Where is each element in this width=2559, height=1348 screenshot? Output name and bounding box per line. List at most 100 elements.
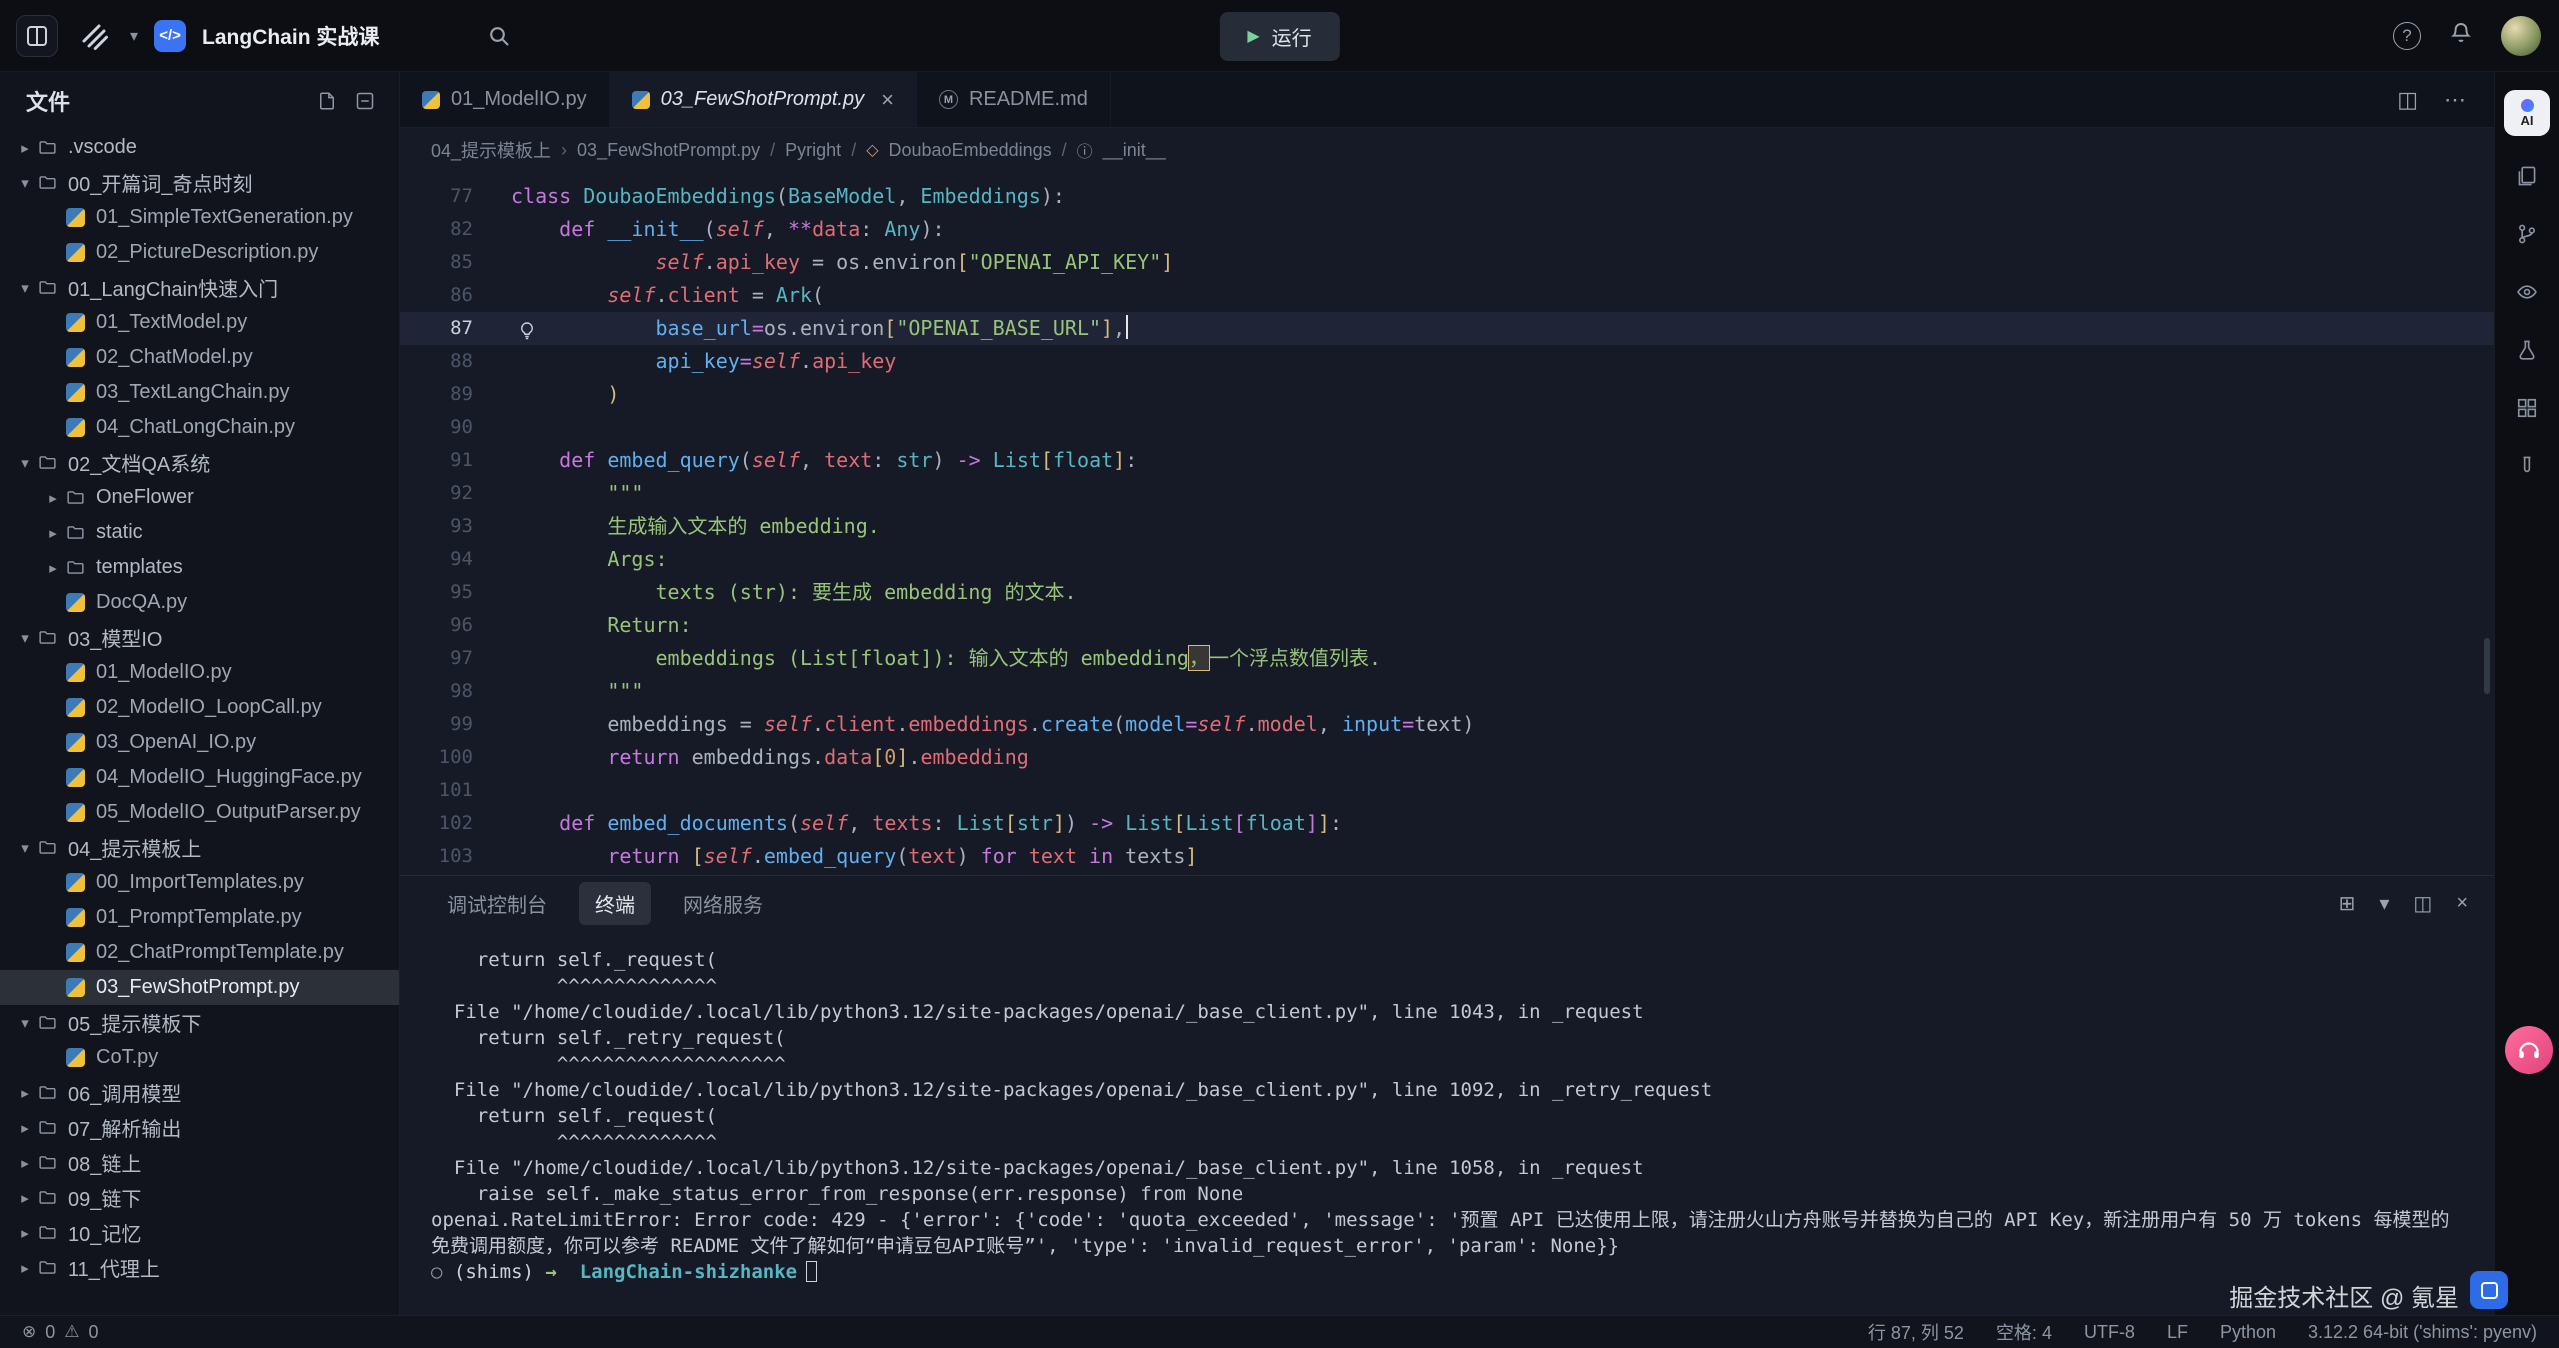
editor-tab[interactable]: 01_ModelIO.py — [400, 72, 610, 127]
code-line[interactable]: 102 def embed_documents(self, texts: Lis… — [400, 807, 2494, 840]
code-line[interactable]: 103 return [self.embed_query(text) for t… — [400, 840, 2494, 873]
code-line[interactable]: 77class DoubaoEmbeddings(BaseModel, Embe… — [400, 180, 2494, 213]
statusbar-item[interactable]: 行 87, 列 52 — [1868, 1319, 1964, 1345]
panel-tab[interactable]: 调试控制台 — [431, 882, 563, 925]
code-line[interactable]: 94 Args: — [400, 543, 2494, 576]
tree-file[interactable]: 01_ModelIO.py — [0, 655, 399, 690]
statusbar-item[interactable]: 空格: 4 — [1996, 1319, 2052, 1345]
tree-file[interactable]: 04_ChatLongChain.py — [0, 410, 399, 445]
chevron-right-icon[interactable]: ▸ — [12, 1154, 38, 1172]
run-button[interactable]: ▶ 运行 — [1219, 12, 1339, 61]
tree-folder[interactable]: ▸.vscode — [0, 130, 399, 165]
terminal-output[interactable]: return self._request( ^^^^^^^^^^^^^^ Fil… — [400, 931, 2494, 1285]
editor-tab[interactable]: MREADME.md — [917, 72, 1111, 127]
statusbar-item[interactable]: Python — [2220, 1322, 2276, 1343]
editor-tab[interactable]: 03_FewShotPrompt.py× — [610, 72, 917, 127]
tree-folder[interactable]: ▸11_代理上 — [0, 1250, 399, 1285]
tree-file[interactable]: 03_FewShotPrompt.py — [0, 970, 399, 1005]
code-editor[interactable]: 77class DoubaoEmbeddings(BaseModel, Embe… — [400, 172, 2494, 875]
code-line[interactable]: 100 return embeddings.data[0].embedding — [400, 741, 2494, 774]
avatar[interactable] — [2501, 16, 2541, 56]
chevron-right-icon[interactable]: ▸ — [12, 1259, 38, 1277]
collapse-explorer-icon[interactable] — [355, 91, 375, 111]
code-line[interactable]: 93 生成输入文本的 embedding. — [400, 510, 2494, 543]
chevron-right-icon[interactable]: ▸ — [12, 1189, 38, 1207]
panel-widget-icon[interactable] — [2470, 1271, 2508, 1309]
tree-file[interactable]: 05_ModelIO_OutputParser.py — [0, 795, 399, 830]
tree-folder[interactable]: ▸10_记忆 — [0, 1215, 399, 1250]
chevron-right-icon[interactable]: ▸ — [40, 489, 66, 507]
breadcrumb-item[interactable]: Pyright — [785, 140, 841, 161]
chevron-down-icon[interactable]: ▾ — [12, 839, 38, 857]
support-bubble[interactable] — [2505, 1026, 2553, 1074]
chevron-down-icon[interactable]: ▾ — [12, 1014, 38, 1032]
code-line[interactable]: 95 texts (str): 要生成 embedding 的文本. — [400, 576, 2494, 609]
chevron-right-icon[interactable]: ▸ — [12, 139, 38, 157]
statusbar-item[interactable]: 3.12.2 64-bit ('shims': pyenv) — [2308, 1322, 2537, 1343]
chevron-down-icon[interactable]: ▾ — [12, 629, 38, 647]
problems-indicator[interactable]: ⊗ 0 ⚠ 0 — [22, 1322, 99, 1343]
tree-folder[interactable]: ▾04_提示模板上 — [0, 830, 399, 865]
tree-file[interactable]: 02_ModelIO_LoopCall.py — [0, 690, 399, 725]
tree-folder[interactable]: ▸07_解析输出 — [0, 1110, 399, 1145]
tree-file[interactable]: 01_SimpleTextGeneration.py — [0, 200, 399, 235]
code-line[interactable]: 99 embeddings = self.client.embeddings.c… — [400, 708, 2494, 741]
chevron-right-icon[interactable]: ▸ — [12, 1084, 38, 1102]
code-line[interactable]: 98 """ — [400, 675, 2494, 708]
close-panel-icon[interactable]: × — [2456, 892, 2468, 915]
documents-icon[interactable] — [2507, 158, 2547, 194]
tree-file[interactable]: 01_TextModel.py — [0, 305, 399, 340]
workspace-logo-icon[interactable] — [74, 16, 114, 56]
chevron-down-icon[interactable]: ▾ — [12, 174, 38, 192]
notifications-icon[interactable] — [2449, 21, 2473, 50]
code-line[interactable]: 96 Return: — [400, 609, 2494, 642]
panel-tab[interactable]: 网络服务 — [667, 882, 779, 925]
chevron-right-icon[interactable]: ▸ — [12, 1119, 38, 1137]
statusbar-item[interactable]: LF — [2167, 1322, 2188, 1343]
terminal-prompt[interactable]: ○ (shims) → LangChain-shizhanke — [431, 1259, 2460, 1285]
split-editor-icon[interactable]: ◫ — [2397, 87, 2418, 113]
editor-scrollbar[interactable] — [2484, 638, 2490, 694]
workspace-switcher-chevron-icon[interactable]: ▾ — [130, 26, 138, 46]
tree-folder[interactable]: ▸OneFlower — [0, 480, 399, 515]
extensions-icon[interactable] — [2507, 390, 2547, 426]
breadcrumb-item[interactable]: __init__ — [1103, 140, 1166, 161]
help-icon[interactable]: ? — [2393, 22, 2421, 50]
tree-folder[interactable]: ▸templates — [0, 550, 399, 585]
code-line[interactable]: 90 — [400, 411, 2494, 444]
code-line[interactable]: 87 base_url=os.environ["OPENAI_BASE_URL"… — [400, 312, 2494, 345]
workspace-name[interactable]: LangChain 实战课 — [202, 21, 379, 51]
tree-file[interactable]: 02_PictureDescription.py — [0, 235, 399, 270]
breadcrumb-item[interactable]: 04_提示模板上 — [431, 137, 551, 163]
ai-assistant-icon[interactable]: AI — [2504, 90, 2550, 136]
tree-folder[interactable]: ▸static — [0, 515, 399, 550]
code-line[interactable]: 91 def embed_query(self, text: str) -> L… — [400, 444, 2494, 477]
breadcrumb-item[interactable]: 03_FewShotPrompt.py — [577, 140, 760, 161]
tab-close-icon[interactable]: × — [881, 87, 894, 113]
tree-file[interactable]: DocQA.py — [0, 585, 399, 620]
search-icon[interactable] — [487, 24, 511, 48]
tree-file[interactable]: 01_PromptTemplate.py — [0, 900, 399, 935]
new-terminal-icon[interactable]: ⊞ — [2339, 891, 2356, 916]
tree-file[interactable]: 03_OpenAI_IO.py — [0, 725, 399, 760]
tree-folder[interactable]: ▾02_文档QA系统 — [0, 445, 399, 480]
tree-file[interactable]: 04_ModelIO_HuggingFace.py — [0, 760, 399, 795]
code-line[interactable]: 82 def __init__(self, **data: Any): — [400, 213, 2494, 246]
chevron-right-icon[interactable]: ▸ — [40, 524, 66, 542]
code-line[interactable]: 101 — [400, 774, 2494, 807]
chevron-right-icon[interactable]: ▸ — [12, 1224, 38, 1242]
tree-folder[interactable]: ▾05_提示模板下 — [0, 1005, 399, 1040]
panel-tab[interactable]: 终端 — [579, 882, 651, 925]
tree-folder[interactable]: ▸09_链下 — [0, 1180, 399, 1215]
new-file-icon[interactable] — [317, 91, 337, 111]
statusbar-item[interactable]: UTF-8 — [2084, 1322, 2135, 1343]
terminal-chevron-icon[interactable]: ▾ — [2379, 891, 2389, 916]
source-control-icon[interactable] — [2507, 216, 2547, 252]
tree-folder[interactable]: ▾01_LangChain快速入门 — [0, 270, 399, 305]
tree-file[interactable]: 02_ChatPromptTemplate.py — [0, 935, 399, 970]
tree-folder[interactable]: ▾00_开篇词_奇点时刻 — [0, 165, 399, 200]
split-panel-icon[interactable]: ◫ — [2413, 891, 2432, 916]
code-line[interactable]: 88 api_key=self.api_key — [400, 345, 2494, 378]
lab-flask-icon[interactable] — [2507, 332, 2547, 368]
test-tube-icon[interactable] — [2507, 448, 2547, 484]
